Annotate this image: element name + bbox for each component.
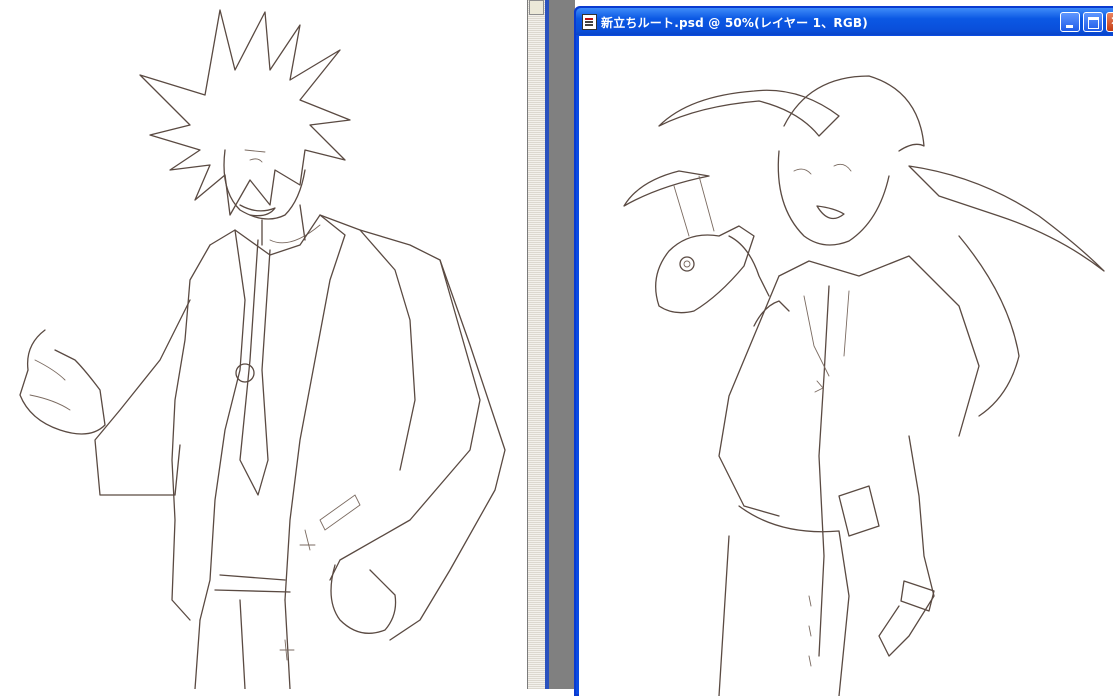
scroll-thumb[interactable]: [529, 0, 544, 15]
title-bar[interactable]: 新立ちルート.psd @ 50%(レイヤー 1、RGB): [576, 8, 1113, 35]
document-window[interactable]: 新立ちルート.psd @ 50%(レイヤー 1、RGB): [574, 6, 1113, 696]
minimize-button[interactable]: [1060, 12, 1080, 32]
close-button[interactable]: [1106, 12, 1113, 32]
window-edge: [545, 0, 549, 689]
maximize-button[interactable]: [1083, 12, 1103, 32]
left-character-sketch: [19, 9, 506, 689]
workspace-background: [545, 0, 575, 689]
left-canvas[interactable]: [0, 0, 527, 689]
document-title: 新立ちルート.psd @ 50%(レイヤー 1、RGB): [601, 16, 868, 30]
left-vertical-scrollbar[interactable]: [527, 0, 546, 689]
right-character-sketch: [623, 75, 1105, 696]
right-canvas[interactable]: [579, 36, 1113, 696]
psd-document-icon[interactable]: [582, 14, 597, 30]
